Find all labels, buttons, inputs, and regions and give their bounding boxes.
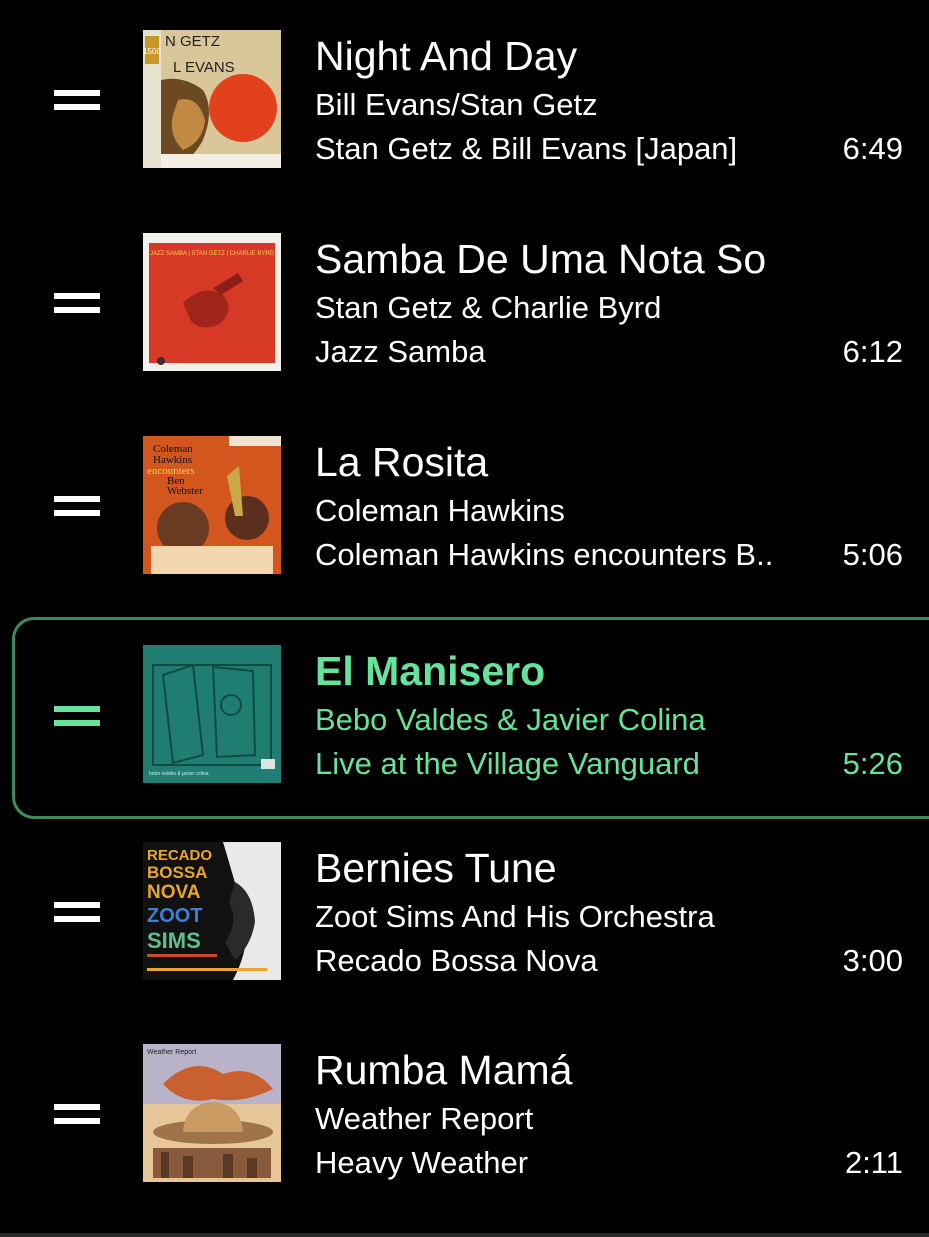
cover-text: NOVA xyxy=(147,882,201,903)
play-queue-list: 1500 N GETZ L EVANS Night And Day Bill E… xyxy=(0,0,929,1237)
track-title: Bernies Tune xyxy=(315,845,557,891)
cover-text: N GETZ xyxy=(165,33,220,50)
track-album: Stan Getz & Bill Evans [Japan] xyxy=(315,131,738,166)
drag-handle-icon[interactable] xyxy=(54,496,100,516)
track-artist: Zoot Sims And His Orchestra xyxy=(315,899,715,934)
drag-handle-icon[interactable] xyxy=(54,902,100,922)
album-cover: RECADO BOSSA NOVA ZOOT SIMS xyxy=(143,842,281,980)
drag-handle-icon[interactable] xyxy=(54,706,100,726)
track-duration: 3:00 xyxy=(842,943,903,978)
queue-track-row[interactable]: Coleman Hawkins encounters Ben Webster L… xyxy=(12,408,929,608)
track-artist: Bill Evans/Stan Getz xyxy=(315,87,598,122)
track-album: Recado Bossa Nova xyxy=(315,943,598,978)
track-album: Jazz Samba xyxy=(315,334,486,369)
cover-text: Weather Report xyxy=(147,1049,196,1056)
track-duration: 5:06 xyxy=(842,537,903,572)
track-artist: Stan Getz & Charlie Byrd xyxy=(315,290,662,325)
track-duration: 6:12 xyxy=(842,334,903,369)
album-cover: JAZZ SAMBA | STAN GETZ | CHARLIE BYRD xyxy=(143,233,281,371)
album-cover: 1500 N GETZ L EVANS xyxy=(143,30,281,168)
track-artist: Coleman Hawkins xyxy=(315,493,565,528)
album-cover: bebo valdés & javier colina xyxy=(143,645,281,783)
track-duration: 2:11 xyxy=(844,1145,903,1180)
cover-text: SIMS xyxy=(147,928,201,953)
list-bottom-divider xyxy=(0,1233,929,1237)
cover-badge: 1500 xyxy=(143,47,161,56)
cover-text: L EVANS xyxy=(173,59,235,76)
album-cover: Weather Report xyxy=(143,1044,281,1182)
cover-text: RECADO xyxy=(147,847,212,864)
track-album: Coleman Hawkins encounters B.. xyxy=(315,537,774,572)
track-title: Night And Day xyxy=(315,33,578,79)
track-album: Live at the Village Vanguard xyxy=(315,746,700,781)
drag-handle-icon[interactable] xyxy=(54,90,100,110)
track-artist: Weather Report xyxy=(315,1101,534,1136)
queue-track-row[interactable]: Weather Report Rumba Mamá Weather Report… xyxy=(12,1016,929,1216)
queue-track-row-now-playing[interactable]: bebo valdés & javier colina El Manisero … xyxy=(12,617,929,819)
queue-track-row[interactable]: JAZZ SAMBA | STAN GETZ | CHARLIE BYRD Sa… xyxy=(12,205,929,405)
cover-text: JAZZ SAMBA | STAN GETZ | CHARLIE BYRD xyxy=(150,251,275,257)
track-title: Rumba Mamá xyxy=(315,1047,573,1093)
cover-text: ZOOT xyxy=(147,905,203,927)
track-title: Samba De Uma Nota So xyxy=(315,236,767,282)
queue-track-row[interactable]: RECADO BOSSA NOVA ZOOT SIMS Bernies Tune… xyxy=(12,814,929,1014)
album-cover: Coleman Hawkins encounters Ben Webster xyxy=(143,436,281,574)
track-duration: 6:49 xyxy=(842,131,903,166)
cover-text: bebo valdés & javier colina xyxy=(149,771,209,777)
track-title: El Manisero xyxy=(315,648,546,694)
track-album: Heavy Weather xyxy=(315,1145,529,1180)
drag-handle-icon[interactable] xyxy=(54,1104,100,1124)
track-artist: Bebo Valdes & Javier Colina xyxy=(315,702,706,737)
queue-track-row[interactable]: 1500 N GETZ L EVANS Night And Day Bill E… xyxy=(12,2,929,202)
cover-text: Webster xyxy=(167,485,203,497)
cover-text: BOSSA xyxy=(147,863,207,882)
track-duration: 5:26 xyxy=(842,746,903,781)
track-title: La Rosita xyxy=(315,439,489,485)
drag-handle-icon[interactable] xyxy=(54,293,100,313)
